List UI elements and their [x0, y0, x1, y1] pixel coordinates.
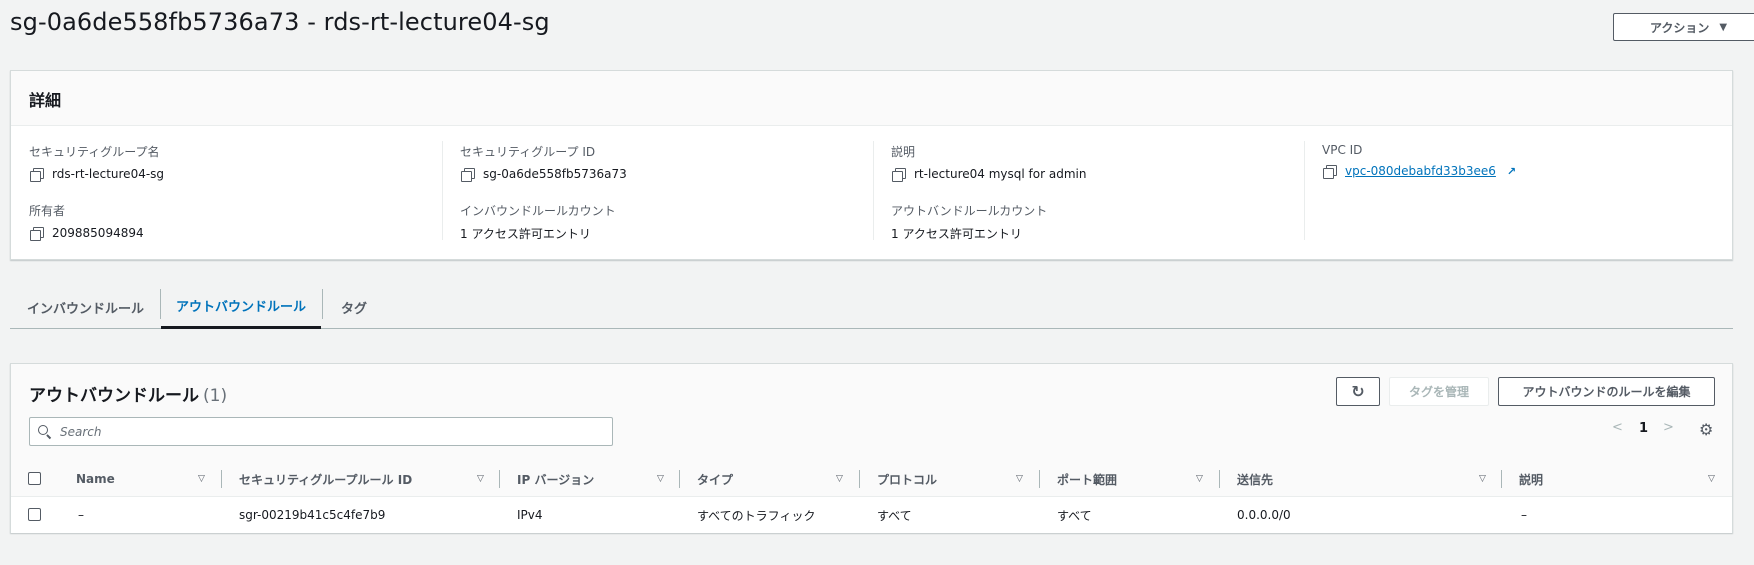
- rules-title: アウトバウンドルール (1): [29, 381, 227, 406]
- field-label: インバウンドルールカウント: [460, 204, 616, 218]
- table-header: Name ▽ セキュリティグループルール ID ▽ IP バージョン ▽ タイプ…: [11, 461, 1732, 497]
- field-owner: 所有者 209885094894: [29, 202, 144, 241]
- cell-destination: 0.0.0.0/0: [1237, 508, 1291, 522]
- column-header-destination[interactable]: 送信先: [1237, 461, 1273, 497]
- tab-outbound-rules[interactable]: アウトバウンドルール: [161, 285, 321, 329]
- sort-icon[interactable]: ▽: [1479, 474, 1486, 484]
- cell-ip-version: IPv4: [517, 508, 543, 522]
- tab-inbound-rules[interactable]: インバウンドルール: [10, 285, 161, 329]
- cell-protocol: すべて: [877, 508, 912, 523]
- table-row[interactable]: – sgr-00219b41c5c4fe7b9 IPv4 すべてのトラフィック …: [11, 497, 1732, 533]
- field-outbound-count: アウトバンドルールカウント 1 アクセス許可エントリ: [891, 202, 1047, 242]
- sort-icon[interactable]: ▽: [477, 474, 484, 484]
- field-label: セキュリティグループ ID: [460, 145, 596, 159]
- page-title: sg-0a6de558fb5736a73 - rds-rt-lecture04-…: [10, 8, 550, 36]
- cell-port-range: すべて: [1057, 508, 1092, 523]
- field-value: sg-0a6de558fb5736a73: [483, 167, 627, 181]
- details-panel: 詳細 セキュリティグループ名 rds-rt-lecture04-sg セキュリテ…: [10, 70, 1733, 260]
- manage-tags-button[interactable]: タグを管理: [1389, 377, 1489, 406]
- copy-icon[interactable]: [29, 226, 44, 241]
- cell-type: すべてのトラフィック: [697, 508, 816, 523]
- field-inbound-count: インバウンドルールカウント 1 アクセス許可エントリ: [460, 202, 616, 242]
- external-link-icon: ↗: [1506, 164, 1517, 178]
- cell-description: –: [1521, 508, 1527, 522]
- column-header-protocol[interactable]: プロトコル: [877, 461, 937, 497]
- field-label: 説明: [891, 145, 916, 159]
- field-value: 1 アクセス許可エントリ: [460, 227, 591, 241]
- copy-icon[interactable]: [1322, 164, 1337, 179]
- copy-icon[interactable]: [29, 167, 44, 182]
- actions-dropdown-button[interactable]: アクション ▼: [1613, 13, 1754, 41]
- row-checkbox[interactable]: [28, 508, 41, 521]
- field-value: rt-lecture04 mysql for admin: [914, 167, 1087, 181]
- column-header-name[interactable]: Name: [76, 461, 115, 497]
- actions-label: アクション: [1649, 20, 1710, 35]
- search-input[interactable]: [60, 424, 600, 439]
- column-header-port-range[interactable]: ポート範囲: [1057, 461, 1117, 497]
- copy-icon[interactable]: [891, 167, 906, 182]
- sort-icon[interactable]: ▽: [198, 474, 205, 484]
- rules-title-text: アウトバウンドルール: [29, 386, 199, 406]
- column-header-description[interactable]: 説明: [1519, 461, 1543, 497]
- field-vpc-id: VPC ID vpc-080debabfd33b3ee6 ↗: [1322, 143, 1517, 179]
- sort-icon[interactable]: ▽: [1016, 474, 1023, 484]
- previous-page-icon[interactable]: <: [1612, 420, 1623, 435]
- field-value: 1 アクセス許可エントリ: [891, 227, 1022, 241]
- refresh-icon: ↻: [1351, 382, 1365, 401]
- caret-down-icon: ▼: [1719, 21, 1728, 33]
- sort-icon[interactable]: ▽: [1196, 474, 1203, 484]
- tab-bar: インバウンドルール アウトバウンドルール タグ: [10, 285, 1733, 329]
- field-label: アウトバンドルールカウント: [891, 204, 1048, 218]
- field-value: 209885094894: [52, 226, 144, 240]
- rules-count: (1): [203, 386, 228, 406]
- sort-icon[interactable]: ▽: [1708, 474, 1715, 484]
- field-label: VPC ID: [1322, 143, 1363, 157]
- field-sg-id: セキュリティグループ ID sg-0a6de558fb5736a73: [460, 143, 627, 182]
- sort-icon[interactable]: ▽: [836, 474, 843, 484]
- column-header-ip-version[interactable]: IP バージョン: [517, 461, 594, 497]
- cell-rule-id: sgr-00219b41c5c4fe7b9: [239, 508, 386, 522]
- next-page-icon[interactable]: >: [1663, 420, 1674, 435]
- tab-tags[interactable]: タグ: [323, 285, 385, 329]
- edit-outbound-rules-button[interactable]: アウトバウンドのルールを編集: [1498, 377, 1715, 406]
- field-label: セキュリティグループ名: [29, 145, 160, 159]
- field-value: rds-rt-lecture04-sg: [52, 167, 165, 181]
- field-description: 説明 rt-lecture04 mysql for admin: [891, 143, 1087, 182]
- details-heading: 詳細: [29, 91, 62, 110]
- sort-icon[interactable]: ▽: [657, 474, 664, 484]
- vpc-id-link[interactable]: vpc-080debabfd33b3ee6: [1345, 164, 1496, 178]
- column-header-rule-id[interactable]: セキュリティグループルール ID: [239, 461, 412, 497]
- field-label: 所有者: [29, 204, 66, 218]
- column-header-type[interactable]: タイプ: [697, 461, 733, 497]
- select-all-checkbox[interactable]: [28, 472, 41, 485]
- outbound-rules-panel: アウトバウンドルール(1) ↻ タグを管理 アウトバウンドのルールを編集 < 1…: [10, 363, 1733, 533]
- field-sg-name: セキュリティグループ名 rds-rt-lecture04-sg: [29, 143, 165, 182]
- refresh-button[interactable]: ↻: [1336, 377, 1380, 406]
- copy-icon[interactable]: [460, 167, 475, 182]
- page-number[interactable]: 1: [1639, 421, 1648, 436]
- gear-icon[interactable]: ⚙: [1699, 420, 1713, 439]
- search-icon: [38, 424, 52, 439]
- search-box[interactable]: [29, 417, 613, 446]
- cell-name: –: [78, 508, 84, 522]
